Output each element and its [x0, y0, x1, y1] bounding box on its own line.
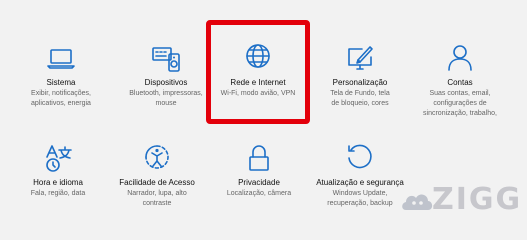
tile-desc-line: Tela de Fundo, tela	[330, 90, 390, 97]
tile-desc-line: sincronização, trabalho,	[423, 110, 497, 117]
tile-title: Hora e idioma	[33, 178, 83, 187]
tile-hora-e-idioma[interactable]: Hora e idioma Fala, região, data	[7, 144, 109, 198]
tile-sistema[interactable]: Sistema Exibir, notificações, aplicativo…	[10, 44, 112, 108]
tile-title: Sistema	[46, 78, 76, 87]
tile-desc-line: Localização, câmera	[226, 190, 292, 197]
tile-facilidade-de-acesso[interactable]: Facilidade de Acesso Narrador, lupa, alt…	[106, 144, 208, 208]
tile-desc-line: de bloqueio, cores	[331, 100, 389, 107]
watermark-text: ZIGG	[432, 182, 523, 217]
watermark: ZIGG	[400, 182, 524, 222]
tile-title: Personalização	[332, 78, 388, 87]
tile-privacidade[interactable]: Privacidade Localização, câmera	[208, 144, 310, 198]
tile-desc-line: mouse	[155, 100, 177, 107]
time-language-icon	[44, 144, 72, 174]
refresh-icon	[346, 144, 374, 174]
tile-desc-line: Suas contas, email,	[429, 90, 491, 97]
tile-atualizacao-e-seguranca[interactable]: Atualização e segurança Windows Update, …	[309, 144, 411, 208]
tile-desc-line: recuperação, backup	[327, 200, 393, 207]
tile-desc-line: contraste	[142, 200, 172, 207]
keyboard-speaker-icon	[152, 44, 180, 74]
tile-title: Atualização e segurança	[316, 178, 404, 187]
lock-icon	[245, 144, 273, 174]
tile-contas[interactable]: Contas Suas contas, email, configurações…	[409, 44, 511, 118]
laptop-icon	[47, 44, 75, 74]
tile-title: Dispositivos	[144, 78, 188, 87]
tile-desc-line: Exibir, notificações,	[31, 90, 91, 97]
cloud-mascot-icon	[400, 188, 434, 221]
highlight-box	[206, 20, 310, 124]
tile-personalizacao[interactable]: Personalização Tela de Fundo, tela de bl…	[309, 44, 411, 108]
paint-brush-monitor-icon	[346, 44, 374, 74]
tile-desc-line: Windows Update,	[332, 190, 388, 197]
tile-desc-line: Fala, região, data	[30, 190, 86, 197]
tile-dispositivos[interactable]: Dispositivos Bluetooth, impressoras, mou…	[115, 44, 217, 108]
tile-title: Privacidade	[238, 178, 280, 187]
person-icon	[446, 44, 474, 74]
ease-of-access-icon	[143, 144, 171, 174]
tile-desc-line: aplicativos, energia	[31, 100, 91, 107]
tile-desc-line: configurações de	[433, 100, 487, 107]
tile-desc-line: Bluetooth, impressoras,	[129, 90, 203, 97]
tile-title: Facilidade de Acesso	[119, 178, 195, 187]
tile-desc-line: Narrador, lupa, alto	[127, 190, 187, 197]
tile-title: Contas	[447, 78, 473, 87]
